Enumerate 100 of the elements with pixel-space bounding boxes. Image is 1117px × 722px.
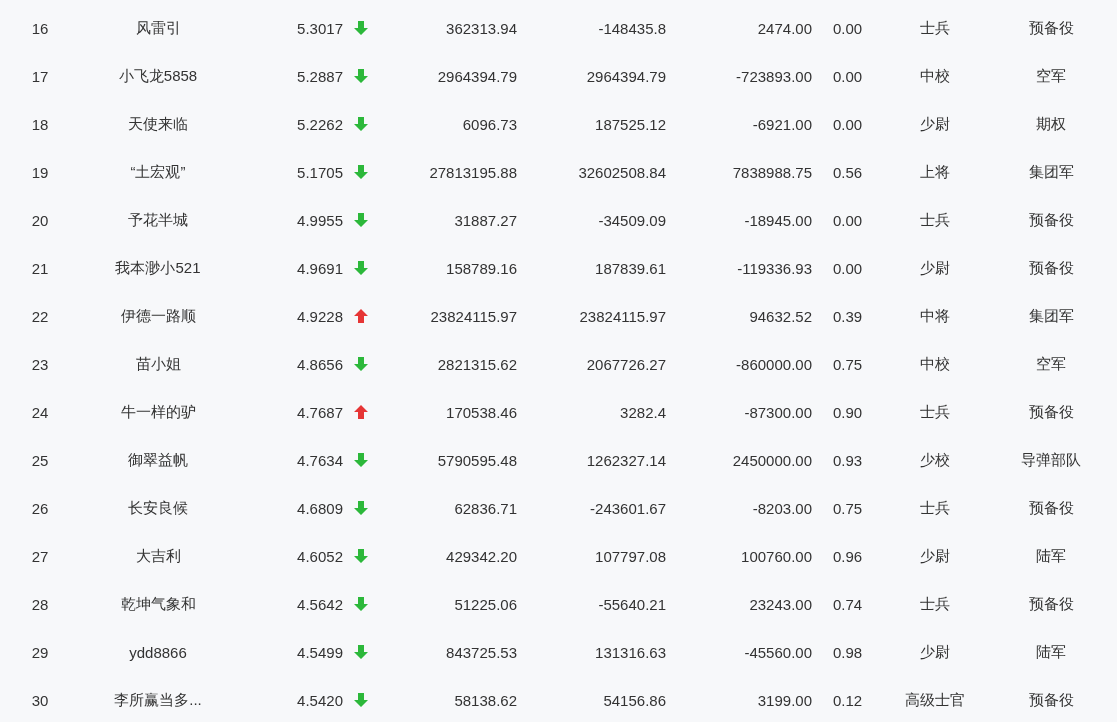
user-name: 我本渺小521 bbox=[115, 258, 201, 278]
table-cell: -8203.00 bbox=[752, 499, 812, 517]
table-cell: 62836.71 bbox=[454, 499, 517, 517]
unit-name: 预备役 bbox=[1028, 402, 1074, 422]
rank-number: 21 bbox=[31, 259, 49, 277]
score-value: 5.3017 bbox=[297, 19, 343, 37]
rank-title: 上将 bbox=[920, 162, 950, 182]
table-cell: 187525.12 bbox=[595, 115, 666, 133]
rank-title: 少尉 bbox=[920, 114, 950, 134]
table-cell: 843725.53 bbox=[446, 643, 517, 661]
table-cell: 429342.20 bbox=[446, 547, 517, 565]
table-cell: 362313.94 bbox=[446, 19, 517, 37]
ratio-value: 0.12 bbox=[833, 691, 863, 709]
rank-number: 27 bbox=[31, 547, 49, 565]
ratio-value: 0.00 bbox=[833, 19, 863, 37]
user-name: 风雷引 bbox=[135, 18, 181, 38]
user-name: 大吉利 bbox=[135, 546, 181, 566]
score-value: 5.2262 bbox=[297, 115, 343, 133]
table-cell: 6096.73 bbox=[462, 115, 517, 133]
table-cell: -119336.93 bbox=[737, 259, 812, 277]
user-name: 小飞龙5858 bbox=[118, 66, 198, 86]
rank-title: 少尉 bbox=[920, 642, 950, 662]
unit-name: 期权 bbox=[1036, 114, 1066, 134]
score-value: 4.6809 bbox=[297, 499, 343, 517]
unit-name: 陆军 bbox=[1036, 546, 1066, 566]
rank-number: 16 bbox=[31, 19, 49, 37]
rank-title: 少尉 bbox=[920, 258, 950, 278]
table-cell: -87300.00 bbox=[744, 403, 812, 421]
table-cell: -6921.00 bbox=[752, 115, 812, 133]
rank-number: 24 bbox=[31, 403, 49, 421]
table-cell: -148435.8 bbox=[598, 19, 666, 37]
unit-name: 预备役 bbox=[1028, 18, 1074, 38]
user-name: “土宏观” bbox=[130, 162, 186, 182]
table-cell: 5790595.48 bbox=[437, 451, 517, 469]
ratio-value: 0.56 bbox=[833, 163, 863, 181]
table-cell: 58138.62 bbox=[454, 691, 517, 709]
ratio-value: 0.75 bbox=[833, 499, 863, 517]
user-name: 乾坤气象和 bbox=[120, 594, 196, 614]
unit-name: 导弹部队 bbox=[1021, 450, 1081, 470]
table-cell: 32602508.84 bbox=[578, 163, 666, 181]
table-cell: 27813195.88 bbox=[429, 163, 517, 181]
table-cell: -55640.21 bbox=[598, 595, 666, 613]
table-cell: -34509.09 bbox=[598, 211, 666, 229]
ratio-value: 0.90 bbox=[833, 403, 863, 421]
table-cell: 2964394.79 bbox=[437, 67, 517, 85]
score-value: 4.9955 bbox=[297, 211, 343, 229]
table-cell: 51225.06 bbox=[454, 595, 517, 613]
user-name: 予花半城 bbox=[128, 210, 188, 230]
unit-name: 预备役 bbox=[1028, 258, 1074, 278]
score-value: 4.5420 bbox=[297, 691, 343, 709]
ratio-value: 0.74 bbox=[833, 595, 863, 613]
rank-number: 25 bbox=[31, 451, 49, 469]
unit-name: 预备役 bbox=[1028, 210, 1074, 230]
ratio-value: 0.98 bbox=[833, 643, 863, 661]
rank-number: 19 bbox=[31, 163, 49, 181]
rank-title: 少校 bbox=[920, 450, 950, 470]
unit-name: 预备役 bbox=[1028, 690, 1074, 710]
table-cell: 23824115.97 bbox=[430, 307, 517, 325]
table-cell: 7838988.75 bbox=[732, 163, 812, 181]
table-cell: 23243.00 bbox=[749, 595, 812, 613]
rank-number: 28 bbox=[31, 595, 49, 613]
table-cell: 3282.4 bbox=[620, 403, 666, 421]
table-cell: 100760.00 bbox=[741, 547, 812, 565]
rank-number: 18 bbox=[31, 115, 49, 133]
ratio-value: 0.00 bbox=[833, 67, 863, 85]
table-cell: 2821315.62 bbox=[437, 355, 517, 373]
score-value: 4.9691 bbox=[297, 259, 343, 277]
ratio-value: 0.93 bbox=[833, 451, 863, 469]
rank-title: 士兵 bbox=[920, 402, 950, 422]
rank-title: 士兵 bbox=[920, 594, 950, 614]
table-cell: 187839.61 bbox=[595, 259, 666, 277]
ratio-value: 0.96 bbox=[833, 547, 863, 565]
ratio-value: 0.00 bbox=[833, 259, 863, 277]
unit-name: 陆军 bbox=[1036, 642, 1066, 662]
table-cell: 54156.86 bbox=[603, 691, 666, 709]
user-name: ydd8866 bbox=[129, 643, 187, 661]
rank-number: 29 bbox=[31, 643, 49, 661]
table-cell: -45560.00 bbox=[744, 643, 812, 661]
user-name: 李所赢当多... bbox=[114, 690, 202, 710]
user-name: 牛一样的驴 bbox=[120, 402, 196, 422]
score-value: 4.6052 bbox=[297, 547, 343, 565]
table-cell: 158789.16 bbox=[446, 259, 517, 277]
table-cell: 2067726.27 bbox=[586, 355, 666, 373]
rank-title: 中校 bbox=[920, 354, 950, 374]
score-value: 4.9228 bbox=[297, 307, 343, 325]
ratio-value: 0.39 bbox=[833, 307, 863, 325]
rank-title: 中校 bbox=[920, 66, 950, 86]
table-cell: 31887.27 bbox=[454, 211, 517, 229]
table-cell: 2964394.79 bbox=[586, 67, 666, 85]
rank-number: 30 bbox=[31, 691, 49, 709]
rank-title: 少尉 bbox=[920, 546, 950, 566]
table-cell: 94632.52 bbox=[749, 307, 812, 325]
rank-title: 士兵 bbox=[920, 498, 950, 518]
ratio-value: 0.00 bbox=[833, 115, 863, 133]
unit-name: 预备役 bbox=[1028, 594, 1074, 614]
score-value: 4.8656 bbox=[297, 355, 343, 373]
unit-name: 空军 bbox=[1036, 354, 1066, 374]
rank-number: 22 bbox=[31, 307, 49, 325]
rank-number: 23 bbox=[31, 355, 49, 373]
user-name: 苗小姐 bbox=[135, 354, 181, 374]
